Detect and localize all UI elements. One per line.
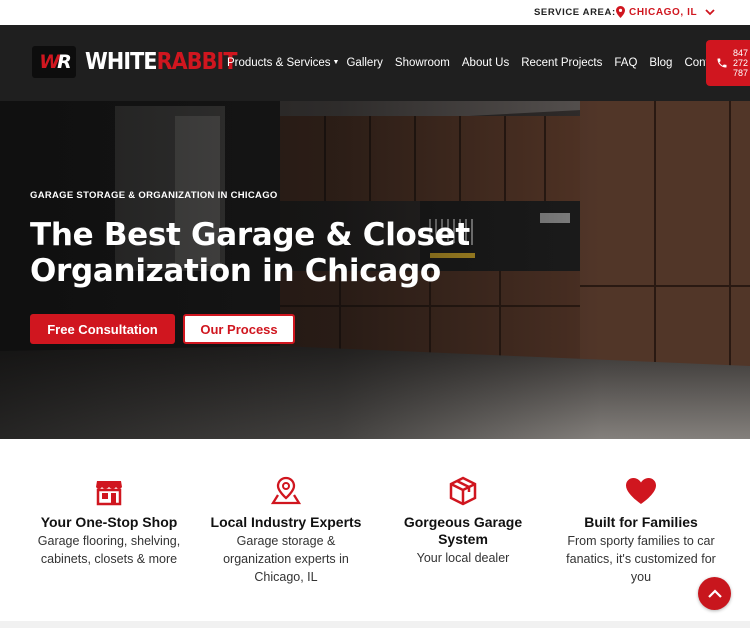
free-consultation-button[interactable]: Free Consultation <box>30 314 175 344</box>
service-area-bar: SERVICE AREA: CHICAGO, IL <box>0 0 750 25</box>
feature-title: Built for Families <box>584 514 698 530</box>
logo-mark-r: R <box>57 51 72 73</box>
feature-description: Your local dealer <box>416 551 510 565</box>
feature-title: Gorgeous Garage System <box>403 514 523 547</box>
nav-item-label: Products & Services <box>227 57 331 69</box>
nav-item-faq[interactable]: FAQ <box>614 57 637 69</box>
caret-down-icon: ▼ <box>332 59 340 66</box>
feature-title: Local Industry Experts <box>210 514 362 530</box>
hero-kicker: GARAGE STORAGE & ORGANIZATION IN CHICAGO <box>30 190 278 201</box>
hero-section: GARAGE STORAGE & ORGANIZATION IN CHICAGO… <box>0 101 750 439</box>
map-pin-icon <box>270 476 302 505</box>
call-button[interactable]: 847 272 787 <box>706 40 750 86</box>
feature-title: Your One-Stop Shop <box>40 514 178 530</box>
logo-wordmark-rabbit: RABBIT <box>156 49 238 75</box>
scroll-to-top-button[interactable] <box>698 577 731 610</box>
feature-description: Garage storage & organization experts in… <box>223 534 349 584</box>
feature-description: Garage flooring, shelving, cabinets, clo… <box>37 534 181 566</box>
service-area-selector[interactable]: CHICAGO, IL <box>616 6 715 18</box>
our-process-button[interactable]: Our Process <box>183 314 295 344</box>
logo-mark: W R <box>32 46 76 78</box>
next-section-edge <box>0 621 750 628</box>
nav-item-showroom[interactable]: Showroom <box>395 57 450 69</box>
nav-item-recent-projects[interactable]: Recent Projects <box>521 57 602 69</box>
gift-box-icon <box>449 476 477 506</box>
hero-title: The Best Garage & Closet Organization in… <box>30 217 470 289</box>
logo-wordmark-white: WHITE <box>85 49 158 75</box>
logo-mark-text: W <box>39 51 60 73</box>
feature-built-for-families: Built for Families From sporty families … <box>556 475 726 586</box>
service-area-label: SERVICE AREA: <box>534 7 616 18</box>
service-area-city: CHICAGO, IL <box>629 6 698 18</box>
location-pin-icon <box>616 6 625 18</box>
feature-one-stop-shop: Your One-Stop Shop Garage flooring, shel… <box>24 475 194 568</box>
phone-number: 847 272 787 <box>733 48 749 78</box>
logo-wordmark: WHITERABBIT <box>85 49 237 75</box>
nav-item-products-services[interactable]: Products & Services ▼ <box>227 57 339 69</box>
features-section: Your One-Stop Shop Garage flooring, shel… <box>0 439 750 628</box>
nav-item-blog[interactable]: Blog <box>649 57 672 69</box>
nav-menu: Products & Services ▼ Gallery Showroom Ab… <box>227 57 724 69</box>
site-logo[interactable]: W R WHITERABBIT <box>32 46 253 78</box>
phone-icon <box>717 58 727 68</box>
feature-local-experts: Local Industry Experts Garage storage & … <box>201 475 371 586</box>
storefront-icon <box>96 481 122 506</box>
heart-icon <box>626 478 656 504</box>
chevron-down-icon <box>705 8 715 15</box>
nav-item-about-us[interactable]: About Us <box>462 57 509 69</box>
chevron-up-icon <box>707 589 722 598</box>
feature-description: From sporty families to car fanatics, it… <box>566 534 716 584</box>
feature-gorgeous-garage-system: Gorgeous Garage System Your local dealer <box>378 475 548 567</box>
nav-item-gallery[interactable]: Gallery <box>346 57 382 69</box>
